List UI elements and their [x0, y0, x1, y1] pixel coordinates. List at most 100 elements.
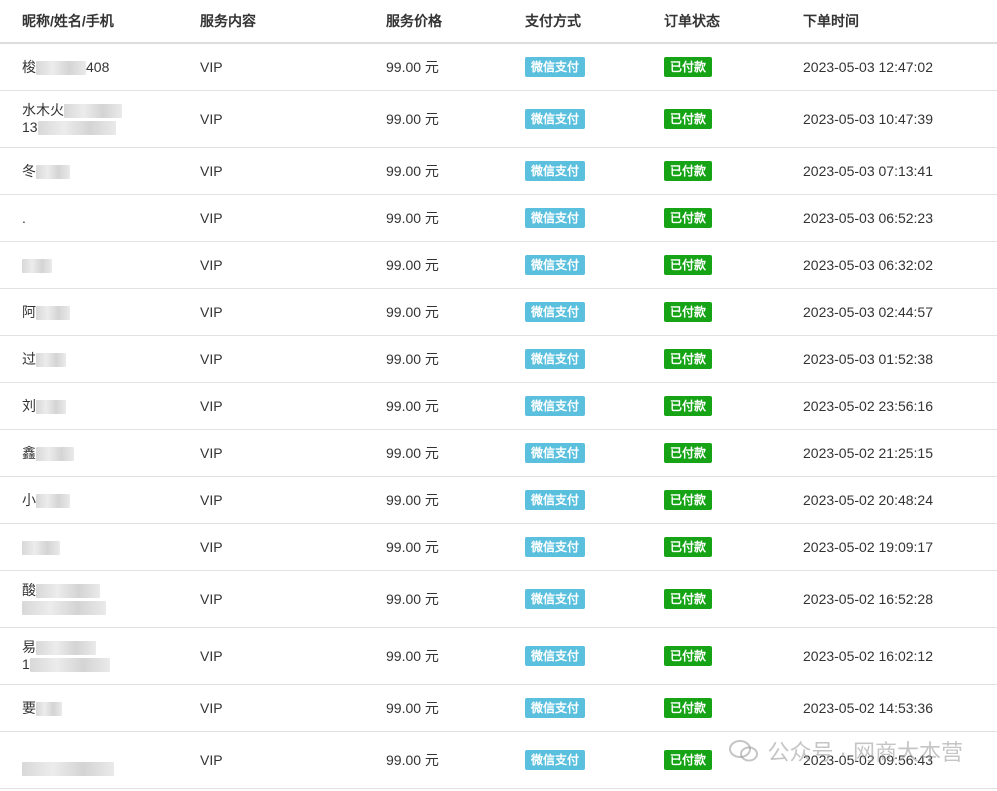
cell-payment: 微信支付 — [525, 288, 664, 336]
price-text: 99.00 元 — [386, 591, 439, 607]
nickname-text: 阿 — [22, 303, 36, 320]
price-text: 99.00 元 — [386, 752, 439, 768]
table-row[interactable]: VIP 99.00 元 微信支付 已付款 2023-05-02 19:09:17 — [0, 523, 997, 571]
col-header-payment[interactable]: 支付方式 — [525, 0, 664, 44]
payment-badge: 微信支付 — [525, 161, 586, 181]
redacted-mask — [37, 121, 116, 136]
cell-price: 99.00 元 — [386, 335, 525, 383]
time-text: 2023-05-02 23:56:16 — [803, 398, 933, 414]
cell-time: 2023-05-03 07:13:41 — [803, 147, 997, 195]
redacted-mask — [36, 493, 70, 508]
payment-badge: 微信支付 — [525, 698, 586, 718]
service-text: VIP — [200, 539, 223, 555]
cell-time: 2023-05-03 06:52:23 — [803, 194, 997, 242]
table-row[interactable]: 小 VIP 99.00 元 微信支付 已付款 2023-05-02 20:48:24 — [0, 476, 997, 524]
col-header-nickname[interactable]: 昵称/姓名/手机 — [0, 0, 200, 44]
redacted-mask — [36, 641, 96, 656]
payment-badge: 微信支付 — [525, 255, 586, 275]
payment-badge: 微信支付 — [525, 57, 586, 77]
redacted-mask — [29, 658, 110, 673]
cell-payment: 微信支付 — [525, 429, 664, 477]
cell-payment: 微信支付 — [525, 194, 664, 242]
col-header-service[interactable]: 服务内容 — [200, 0, 386, 44]
cell-status: 已付款 — [664, 288, 803, 336]
cell-service: VIP — [200, 288, 386, 336]
nickname-text: 小 — [22, 491, 36, 508]
cell-status: 已付款 — [664, 684, 803, 732]
cell-price: 99.00 元 — [386, 382, 525, 430]
price-text: 99.00 元 — [386, 111, 439, 127]
table-row[interactable]: . VIP 99.00 元 微信支付 已付款 2023-05-03 06:52:23 — [0, 194, 997, 242]
payment-badge: 微信支付 — [525, 208, 586, 228]
cell-payment: 微信支付 — [525, 241, 664, 289]
cell-payment: 微信支付 — [525, 147, 664, 195]
cell-service: VIP — [200, 90, 386, 148]
table-row[interactable]: 阿 VIP 99.00 元 微信支付 已付款 2023-05-03 02:44:57 — [0, 288, 997, 336]
cell-price: 99.00 元 — [386, 288, 525, 336]
cell-payment: 微信支付 — [525, 43, 664, 91]
table-row[interactable]: 过 VIP 99.00 元 微信支付 已付款 2023-05-03 01:52:38 — [0, 335, 997, 383]
nickname-text: 梭 — [22, 58, 36, 75]
redacted-mask — [36, 399, 66, 414]
col-header-status[interactable]: 订单状态 — [664, 0, 803, 44]
cell-payment: 微信支付 — [525, 627, 664, 685]
cell-price: 99.00 元 — [386, 523, 525, 571]
nickname-text: 要 — [22, 699, 36, 716]
cell-time: 2023-05-03 01:52:38 — [803, 335, 997, 383]
table-row[interactable]: 刘 VIP 99.00 元 微信支付 已付款 2023-05-02 23:56:16 — [0, 382, 997, 430]
service-text: VIP — [200, 210, 223, 226]
cell-service: VIP — [200, 476, 386, 524]
redacted-mask — [22, 540, 60, 555]
service-text: VIP — [200, 111, 223, 127]
time-text: 2023-05-03 10:47:39 — [803, 111, 933, 127]
table-row[interactable]: 冬 VIP 99.00 元 微信支付 已付款 2023-05-03 07:13:41 — [0, 147, 997, 195]
phone-text: 1 — [22, 656, 30, 672]
redacted-mask — [36, 352, 66, 367]
cell-nickname — [0, 523, 200, 571]
status-badge: 已付款 — [664, 698, 713, 718]
cell-nickname: 水木火 13 — [0, 90, 200, 148]
wechat-icon — [729, 740, 759, 762]
watermark-text: 公众号 · 网商大本营 — [767, 740, 963, 765]
service-text: VIP — [200, 351, 223, 367]
service-text: VIP — [200, 59, 223, 75]
cell-status: 已付款 — [664, 627, 803, 685]
table-row[interactable]: 梭 408 VIP 99.00 元 微信支付 已付款 2023-05-03 12:47:02 — [0, 43, 997, 91]
cell-status: 已付款 — [664, 147, 803, 195]
table-row[interactable]: VIP 99.00 元 微信支付 已付款 2023-05-03 06:32:02 — [0, 241, 997, 289]
status-badge: 已付款 — [664, 349, 713, 369]
time-text: 2023-05-02 20:48:24 — [803, 492, 933, 508]
table-row[interactable]: 酸 VIP 99.00 元 微信支付 已付款 2023-05-02 16:52:28 — [0, 570, 997, 628]
cell-status: 已付款 — [664, 90, 803, 148]
payment-badge: 微信支付 — [525, 109, 586, 129]
price-text: 99.00 元 — [386, 59, 439, 75]
status-badge: 已付款 — [664, 161, 713, 181]
time-text: 2023-05-03 01:52:38 — [803, 351, 933, 367]
col-header-price[interactable]: 服务价格 — [386, 0, 525, 44]
cell-status: 已付款 — [664, 523, 803, 571]
time-text: 2023-05-02 16:02:12 — [803, 648, 933, 664]
payment-badge: 微信支付 — [525, 646, 586, 666]
cell-service: VIP — [200, 684, 386, 732]
table-row[interactable]: 要 VIP 99.00 元 微信支付 已付款 2023-05-02 14:53:36 — [0, 684, 997, 732]
price-text: 99.00 元 — [386, 648, 439, 664]
orders-table: 昵称/姓名/手机 服务内容 服务价格 支付方式 订单状态 下单时间 梭 408 VI… — [0, 0, 997, 789]
col-header-time[interactable]: 下单时间 — [803, 0, 997, 44]
payment-badge: 微信支付 — [525, 396, 586, 416]
cell-time: 2023-05-02 14:53:36 — [803, 684, 997, 732]
service-text: VIP — [200, 304, 223, 320]
redacted-mask — [36, 584, 100, 599]
cell-status: 已付款 — [664, 194, 803, 242]
price-text: 99.00 元 — [386, 304, 439, 320]
cell-status: 已付款 — [664, 335, 803, 383]
cell-time: 2023-05-03 10:47:39 — [803, 90, 997, 148]
price-text: 99.00 元 — [386, 445, 439, 461]
table-row[interactable]: 易 1 VIP 99.00 元微信支付 已付款 2023-05-02 16:02:12 — [0, 627, 997, 685]
service-text: VIP — [200, 163, 223, 179]
price-text: 99.00 元 — [386, 257, 439, 273]
cell-nickname: 梭 408 — [0, 43, 200, 91]
table-row[interactable]: 鑫 VIP 99.00 元 微信支付 已付款 2023-05-02 21:25:15 — [0, 429, 997, 477]
cell-payment: 微信支付 — [525, 684, 664, 732]
cell-price: 99.00 元 — [386, 627, 525, 685]
table-row[interactable]: 水木火 13 VIP 99.00 元 微信支付 已付款 2023-05-03 10:47:3… — [0, 90, 997, 148]
